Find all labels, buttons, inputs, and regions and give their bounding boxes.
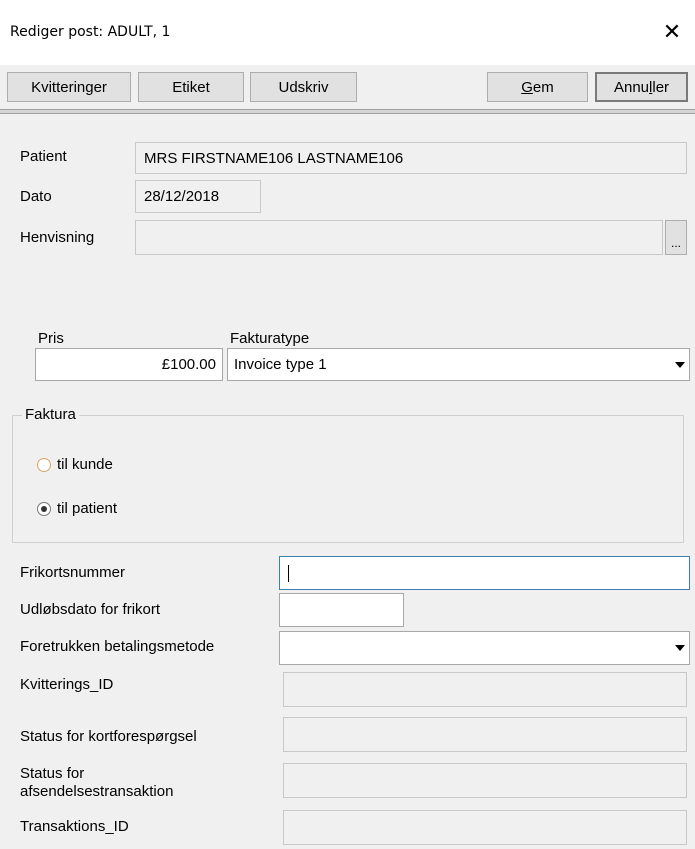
exemption-expiry-input[interactable] bbox=[279, 593, 404, 627]
referral-browse-button[interactable]: ... bbox=[665, 220, 687, 255]
preferred-payment-label: Foretrukken betalingsmetode bbox=[20, 638, 215, 655]
exemption-number-label: Frikortsnummer bbox=[20, 564, 126, 581]
transaction-id-label: Transaktions_ID bbox=[20, 818, 129, 835]
window-title: Rediger post: ADULT, 1 bbox=[10, 24, 171, 40]
price-input[interactable]: £100.00 bbox=[35, 348, 223, 381]
text-caret bbox=[288, 564, 289, 582]
radio-to-customer-label[interactable]: til kunde bbox=[57, 456, 113, 473]
label-button[interactable]: Etiket bbox=[138, 72, 244, 102]
date-label: Dato bbox=[20, 188, 52, 205]
send-status-label-line1: Status for bbox=[20, 765, 85, 782]
save-label-accelerator: G bbox=[521, 78, 533, 96]
radio-to-patient[interactable] bbox=[37, 502, 51, 516]
patient-field: MRS FIRSTNAME106 LASTNAME106 bbox=[135, 142, 687, 174]
radio-to-customer[interactable] bbox=[37, 458, 51, 472]
save-label-post: em bbox=[532, 78, 554, 96]
card-status-field bbox=[283, 717, 687, 752]
print-button[interactable]: Udskriv bbox=[250, 72, 357, 102]
chevron-down-icon bbox=[675, 645, 685, 651]
date-field: 28/12/2018 bbox=[135, 180, 261, 213]
close-icon[interactable]: ✕ bbox=[649, 12, 695, 52]
receipts-button[interactable]: Kvitteringer bbox=[7, 72, 131, 102]
referral-label: Henvisning bbox=[20, 229, 95, 246]
invoice-group-title: Faktura bbox=[22, 406, 79, 423]
transaction-id-field bbox=[283, 810, 687, 845]
toolbar-divider bbox=[0, 109, 695, 114]
chevron-down-icon bbox=[675, 361, 685, 368]
patient-label: Patient bbox=[20, 148, 67, 165]
radio-to-patient-label[interactable]: til patient bbox=[57, 500, 117, 517]
referral-field bbox=[135, 220, 663, 255]
exemption-expiry-label: Udløbsdato for frikort bbox=[20, 601, 161, 618]
invoice-type-select[interactable]: Invoice type 1 bbox=[227, 348, 690, 381]
invoice-groupbox bbox=[12, 415, 684, 543]
preferred-payment-select[interactable] bbox=[279, 631, 690, 665]
price-label: Pris bbox=[38, 330, 64, 347]
invoice-type-value: Invoice type 1 bbox=[234, 356, 327, 373]
send-status-label-line2: afsendelsestransaktion bbox=[20, 783, 174, 800]
cancel-label-post: ler bbox=[652, 78, 670, 96]
invoice-type-label: Fakturatype bbox=[230, 330, 310, 347]
cancel-button[interactable]: Annu l ler bbox=[595, 72, 688, 102]
save-button[interactable]: Gem bbox=[487, 72, 588, 102]
send-status-field bbox=[283, 763, 687, 798]
receipt-id-label: Kvitterings_ID bbox=[20, 676, 114, 693]
receipt-id-field bbox=[283, 672, 687, 707]
card-status-label: Status for kortforespørgsel bbox=[20, 728, 197, 745]
title-bar: Rediger post: ADULT, 1 ✕ bbox=[0, 0, 695, 65]
exemption-number-input[interactable] bbox=[279, 556, 690, 590]
cancel-label-pre: Annu bbox=[613, 78, 650, 96]
